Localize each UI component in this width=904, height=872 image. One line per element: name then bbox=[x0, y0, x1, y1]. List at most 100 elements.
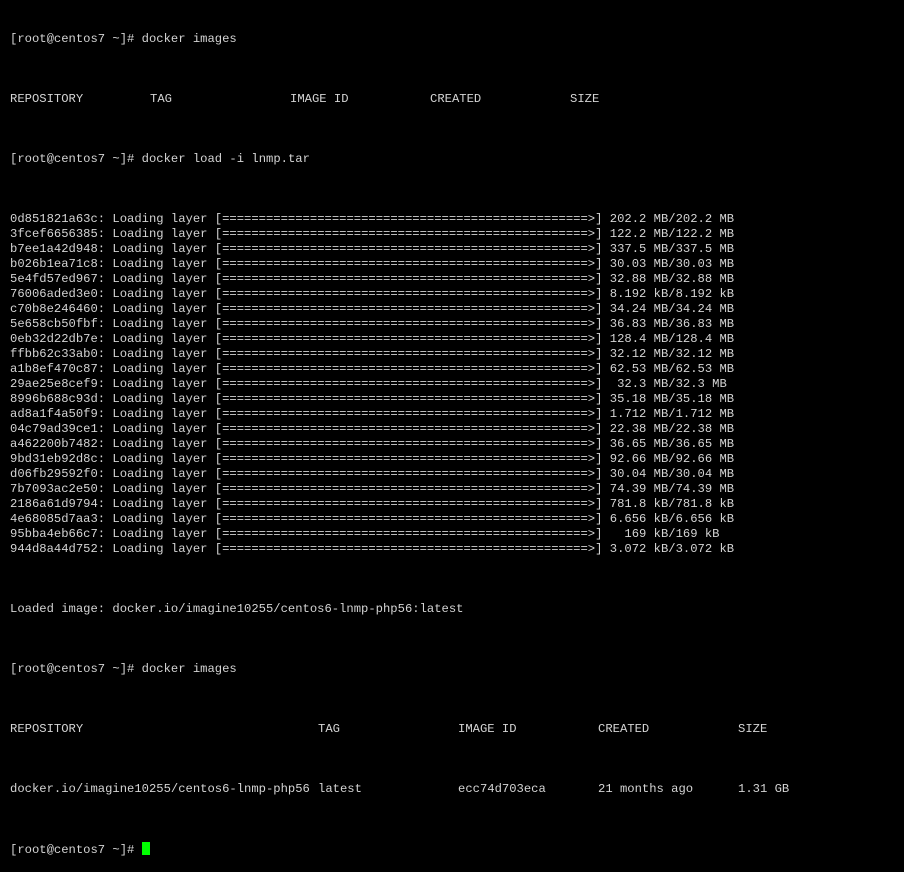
progress-bar: [=======================================… bbox=[214, 287, 603, 301]
image-created: 21 months ago bbox=[598, 782, 694, 796]
progress-bar: [=======================================… bbox=[214, 227, 603, 241]
progress-bar: [=======================================… bbox=[214, 512, 603, 526]
layer-id: ffbb62c33ab0 bbox=[10, 347, 98, 361]
progress-bar: [=======================================… bbox=[214, 257, 603, 271]
layer-id: a462200b7482 bbox=[10, 437, 98, 451]
command-text: docker images bbox=[141, 662, 237, 676]
layer-row: 2186a61d9794: Loading layer [===========… bbox=[10, 497, 735, 511]
layer-row: ad8a1f4a50f9: Loading layer [===========… bbox=[10, 407, 735, 421]
image-id: ecc74d703eca bbox=[458, 782, 546, 796]
layer-id: ad8a1f4a50f9 bbox=[10, 407, 98, 421]
image-row: docker.io/imagine10255/centos6-lnmp-php5… bbox=[10, 782, 904, 797]
layer-size: 169 kB/169 kB bbox=[609, 527, 720, 541]
layer-id: a1b8ef470c87 bbox=[10, 362, 98, 376]
layer-size: 36.65 MB/36.65 MB bbox=[609, 437, 735, 451]
layer-id: b026b1ea71c8 bbox=[10, 257, 98, 271]
layer-row: 5e658cb50fbf: Loading layer [===========… bbox=[10, 317, 735, 331]
layer-id: 76006aded3e0 bbox=[10, 287, 98, 301]
layer-id: 29ae25e8cef9 bbox=[10, 377, 98, 391]
layer-size: 74.39 MB/74.39 MB bbox=[609, 482, 735, 496]
layer-id: b7ee1a42d948 bbox=[10, 242, 98, 256]
header-size: SIZE bbox=[738, 722, 768, 736]
layer-size: 62.53 MB/62.53 MB bbox=[609, 362, 735, 376]
layer-row: b7ee1a42d948: Loading layer [===========… bbox=[10, 242, 735, 256]
image-size: 1.31 GB bbox=[738, 782, 790, 796]
header-image-id: IMAGE ID bbox=[458, 722, 517, 736]
progress-bar: [=======================================… bbox=[214, 407, 603, 421]
layer-id: c70b8e246460 bbox=[10, 302, 98, 316]
layer-id: 944d8a44d752 bbox=[10, 542, 98, 556]
layer-row: 7b7093ac2e50: Loading layer [===========… bbox=[10, 482, 735, 496]
command-text: docker load -i lnmp.tar bbox=[141, 152, 310, 166]
layer-id: 8996b688c93d bbox=[10, 392, 98, 406]
layer-id: 9bd31eb92d8c bbox=[10, 452, 98, 466]
command-line: [root@centos7 ~]# docker load -i lnmp.ta… bbox=[10, 152, 904, 167]
layer-progress-list: 0d851821a63c: Loading layer [===========… bbox=[10, 212, 904, 557]
layer-size: 32.12 MB/32.12 MB bbox=[609, 347, 735, 361]
layer-size: 22.38 MB/22.38 MB bbox=[609, 422, 735, 436]
layer-size: 1.712 MB/1.712 MB bbox=[609, 407, 735, 421]
layer-id: d06fb29592f0 bbox=[10, 467, 98, 481]
command-line: [root@centos7 ~]# docker images bbox=[10, 32, 904, 47]
layer-row: 4e68085d7aa3: Loading layer [===========… bbox=[10, 512, 735, 526]
layer-id: 5e658cb50fbf bbox=[10, 317, 98, 331]
progress-bar: [=======================================… bbox=[214, 362, 603, 376]
layer-size: 337.5 MB/337.5 MB bbox=[609, 242, 735, 256]
command-text: docker images bbox=[141, 32, 237, 46]
image-repository: docker.io/imagine10255/centos6-lnmp-php5… bbox=[10, 782, 310, 796]
layer-size: 35.18 MB/35.18 MB bbox=[609, 392, 735, 406]
layer-row: b026b1ea71c8: Loading layer [===========… bbox=[10, 257, 735, 271]
progress-bar: [=======================================… bbox=[214, 452, 603, 466]
layer-size: 92.66 MB/92.66 MB bbox=[609, 452, 735, 466]
header-tag: TAG bbox=[150, 92, 172, 106]
layer-size: 202.2 MB/202.2 MB bbox=[609, 212, 735, 226]
images-header-row: REPOSITORY TAG IMAGE ID CREATED SIZE bbox=[10, 722, 904, 737]
layer-row: d06fb29592f0: Loading layer [===========… bbox=[10, 467, 735, 481]
layer-size: 34.24 MB/34.24 MB bbox=[609, 302, 735, 316]
shell-prompt: [root@centos7 ~]# bbox=[10, 152, 135, 166]
header-repository: REPOSITORY bbox=[10, 722, 84, 736]
layer-size: 6.656 kB/6.656 kB bbox=[609, 512, 735, 526]
layer-size: 781.8 kB/781.8 kB bbox=[609, 497, 735, 511]
terminal-window[interactable]: [root@centos7 ~]# docker images REPOSITO… bbox=[0, 0, 904, 857]
shell-prompt: [root@centos7 ~]# bbox=[10, 662, 135, 676]
layer-row: 0d851821a63c: Loading layer [===========… bbox=[10, 212, 735, 226]
command-line: [root@centos7 ~]# docker images bbox=[10, 662, 904, 677]
progress-bar: [=======================================… bbox=[214, 392, 603, 406]
progress-bar: [=======================================… bbox=[214, 302, 603, 316]
layer-row: 9bd31eb92d8c: Loading layer [===========… bbox=[10, 452, 735, 466]
progress-bar: [=======================================… bbox=[214, 377, 603, 391]
progress-bar: [=======================================… bbox=[214, 497, 603, 511]
layer-id: 5e4fd57ed967 bbox=[10, 272, 98, 286]
progress-bar: [=======================================… bbox=[214, 242, 603, 256]
loaded-image-message: Loaded image: docker.io/imagine10255/cen… bbox=[10, 602, 464, 616]
header-created: CREATED bbox=[598, 722, 650, 736]
layer-row: 8996b688c93d: Loading layer [===========… bbox=[10, 392, 735, 406]
layer-id: 0d851821a63c bbox=[10, 212, 98, 226]
layer-id: 0eb32d22db7e bbox=[10, 332, 98, 346]
image-tag: latest bbox=[318, 782, 362, 796]
layer-size: 128.4 MB/128.4 MB bbox=[609, 332, 735, 346]
layer-id: 4e68085d7aa3 bbox=[10, 512, 98, 526]
header-size: SIZE bbox=[570, 92, 600, 106]
progress-bar: [=======================================… bbox=[214, 482, 603, 496]
layer-size: 122.2 MB/122.2 MB bbox=[609, 227, 735, 241]
layer-size: 32.88 MB/32.88 MB bbox=[609, 272, 735, 286]
progress-bar: [=======================================… bbox=[214, 527, 603, 541]
layer-row: 95bba4eb66c7: Loading layer [===========… bbox=[10, 527, 720, 541]
progress-bar: [=======================================… bbox=[214, 317, 603, 331]
layer-row: ffbb62c33ab0: Loading layer [===========… bbox=[10, 347, 735, 361]
command-line[interactable]: [root@centos7 ~]# bbox=[10, 842, 904, 857]
progress-bar: [=======================================… bbox=[214, 212, 603, 226]
layer-row: a1b8ef470c87: Loading layer [===========… bbox=[10, 362, 735, 376]
shell-prompt: [root@centos7 ~]# bbox=[10, 32, 135, 46]
progress-bar: [=======================================… bbox=[214, 347, 603, 361]
layer-row: 0eb32d22db7e: Loading layer [===========… bbox=[10, 332, 735, 346]
header-image-id: IMAGE ID bbox=[290, 92, 349, 106]
terminal-cursor[interactable] bbox=[141, 842, 150, 855]
layer-row: 5e4fd57ed967: Loading layer [===========… bbox=[10, 272, 735, 286]
shell-prompt: [root@centos7 ~]# bbox=[10, 843, 135, 857]
layer-row: 29ae25e8cef9: Loading layer [===========… bbox=[10, 377, 727, 391]
layer-row: a462200b7482: Loading layer [===========… bbox=[10, 437, 735, 451]
progress-bar: [=======================================… bbox=[214, 542, 603, 556]
